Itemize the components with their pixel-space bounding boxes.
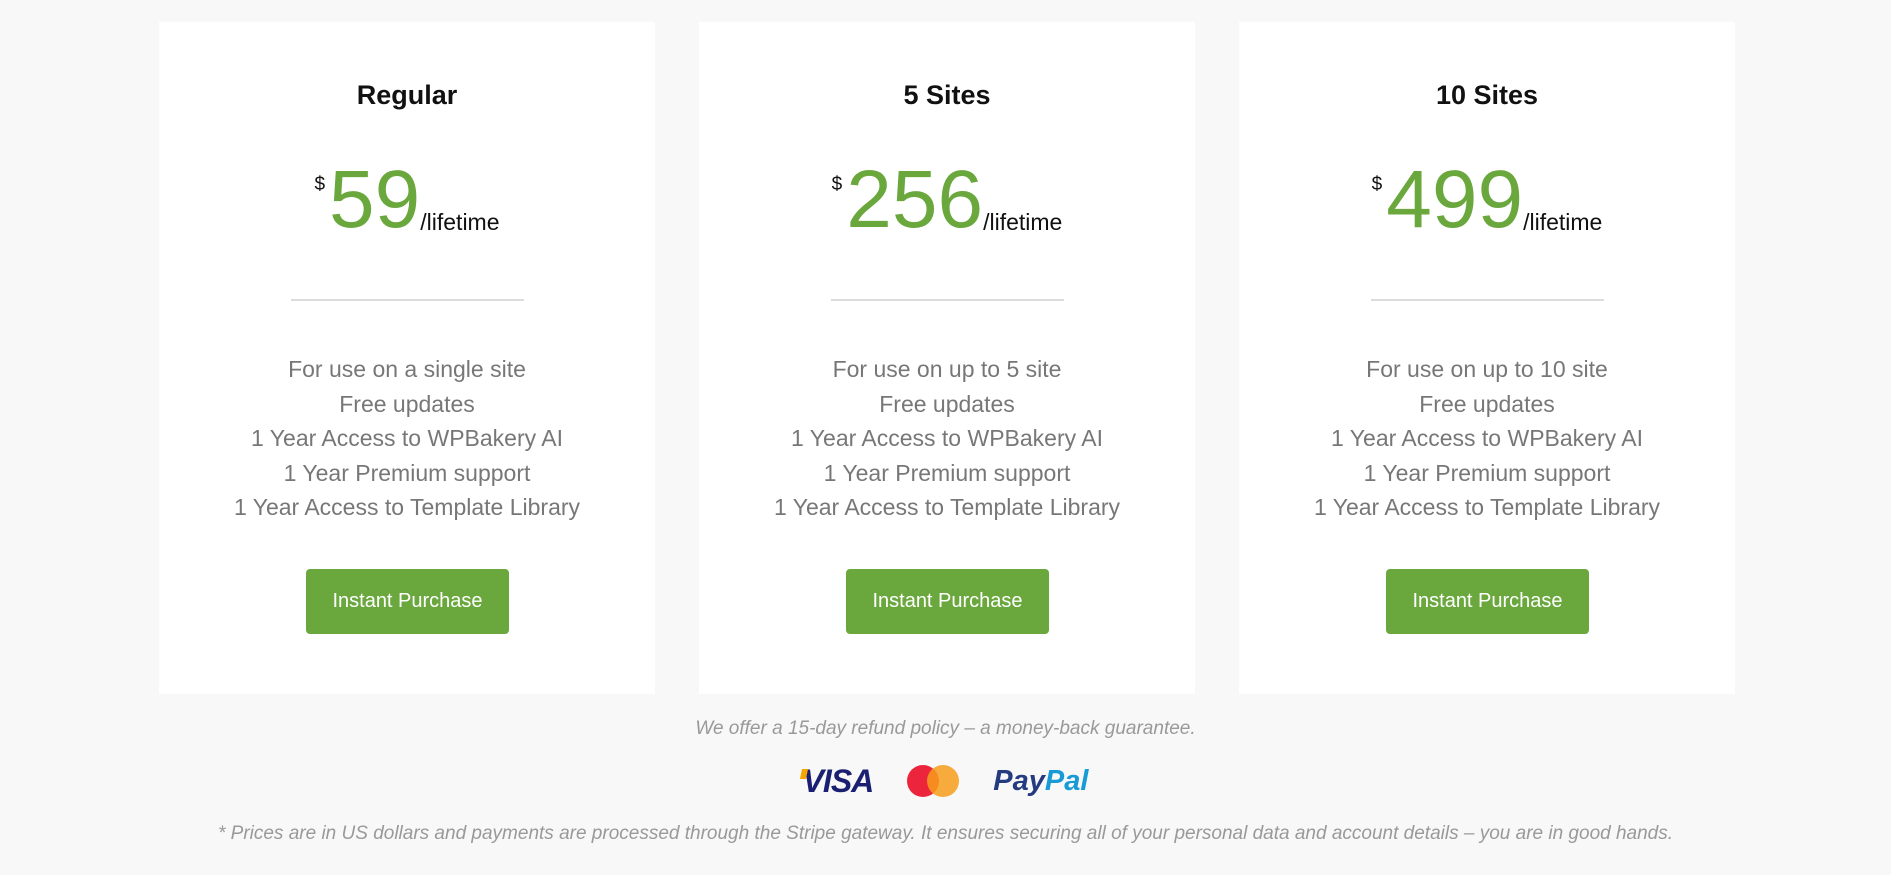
divider (831, 299, 1064, 301)
paypal-logo: PayPal (993, 765, 1088, 798)
plan-title: 10 Sites (1435, 80, 1539, 110)
plan-card-5-sites: 5 Sites $ 256 /lifetime For use on up to… (699, 22, 1195, 694)
feature-item: Free updates (339, 390, 475, 417)
currency-symbol: $ (314, 174, 326, 195)
price-amount: 256 (846, 154, 984, 245)
instant-purchase-button[interactable]: Instant Purchase (306, 569, 509, 634)
feature-item: 1 Year Access to WPBakery AI (251, 425, 563, 451)
divider (291, 299, 524, 301)
currency-symbol: $ (831, 174, 843, 195)
feature-item: For use on up to 5 site (832, 356, 1062, 382)
price-amount: 499 (1386, 154, 1524, 245)
visa-logo: VISA (802, 762, 875, 799)
payment-methods: VISA PayPal (0, 760, 1891, 802)
price: $ 256 /lifetime (699, 150, 1195, 250)
price: $ 499 /lifetime (1239, 150, 1735, 250)
divider (1371, 299, 1604, 301)
mastercard-yellow-circle (927, 765, 960, 797)
paypal-pal-text: Pal (1044, 764, 1089, 797)
feature-item: Free updates (879, 390, 1015, 417)
feature-item: For use on up to 10 site (1366, 356, 1608, 382)
plan-title: 5 Sites (903, 80, 991, 110)
mastercard-icon (907, 764, 960, 798)
plan-card-regular: Regular $ 59 /lifetime For use on a sing… (159, 22, 655, 694)
price-amount: 59 (329, 154, 421, 245)
paypal-pay-text: Pay (993, 764, 1045, 797)
feature-item: For use on a single site (288, 356, 526, 382)
feature-list: For use on up to 10 site Free updates 1 … (1239, 352, 1735, 525)
pricing-cards: Regular $ 59 /lifetime For use on a sing… (159, 22, 1735, 694)
feature-item: 1 Year Premium support (823, 459, 1071, 486)
feature-item: Free updates (1419, 390, 1555, 417)
pricing-disclaimer: * Prices are in US dollars and payments … (217, 823, 1674, 844)
instant-purchase-button[interactable]: Instant Purchase (846, 569, 1049, 634)
refund-policy-note: We offer a 15-day refund policy – a mone… (695, 718, 1196, 739)
plan-title: Regular (356, 80, 458, 110)
price-period: /lifetime (1523, 209, 1603, 235)
feature-item: 1 Year Access to Template Library (233, 494, 581, 520)
instant-purchase-button[interactable]: Instant Purchase (1386, 569, 1589, 634)
currency-symbol: $ (1371, 174, 1383, 195)
price-period: /lifetime (983, 209, 1063, 235)
feature-item: 1 Year Premium support (1363, 459, 1611, 486)
feature-list: For use on up to 5 site Free updates 1 Y… (699, 352, 1195, 525)
price-period: /lifetime (420, 209, 500, 235)
feature-item: 1 Year Premium support (283, 459, 531, 486)
feature-item: 1 Year Access to WPBakery AI (1331, 425, 1643, 451)
plan-card-10-sites: 10 Sites $ 499 /lifetime For use on up t… (1239, 22, 1735, 694)
feature-item: 1 Year Access to Template Library (1313, 494, 1661, 520)
feature-item: 1 Year Access to WPBakery AI (791, 425, 1103, 451)
price: $ 59 /lifetime (159, 150, 655, 250)
feature-item: 1 Year Access to Template Library (773, 494, 1121, 520)
feature-list: For use on a single site Free updates 1 … (159, 352, 655, 525)
